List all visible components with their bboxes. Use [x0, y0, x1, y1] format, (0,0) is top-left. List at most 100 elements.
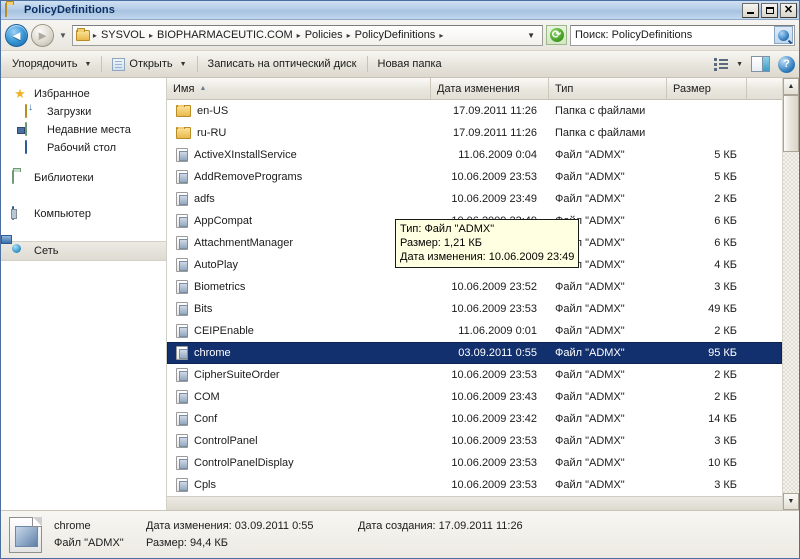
table-row[interactable]: en-US 17.09.2011 11:26 Папка с файлами [167, 100, 782, 122]
cell-size: 4 КБ [714, 259, 737, 271]
folder-icon [176, 105, 191, 117]
admx-file-icon [176, 346, 188, 360]
sidebar-item-network[interactable]: Сеть [1, 241, 166, 261]
sidebar-item-recent-places[interactable]: Недавние места [1, 121, 166, 139]
table-row[interactable]: CEIPEnable 11.06.2009 0:01 Файл "ADMX" 2 КБ [167, 320, 782, 342]
network-icon [12, 244, 28, 258]
file-name-label: AppCompat [194, 215, 253, 227]
burn-to-disc-button[interactable]: Записать на оптический диск [201, 55, 364, 73]
scroll-down-button[interactable]: ▼ [783, 493, 799, 510]
window-body: ★ Избранное Загрузки Недавние места Рабо… [1, 78, 799, 510]
cell-size: 5 КБ [714, 171, 737, 183]
nav-group-libraries: Библиотеки [1, 169, 166, 187]
help-button[interactable]: ? [778, 55, 795, 73]
table-row[interactable]: ControlPanel 10.06.2009 23:53 Файл "ADMX" 3… [167, 430, 782, 452]
cell-type: Файл "ADMX" [555, 479, 625, 491]
table-row[interactable]: ActiveXInstallService 11.06.2009 0:04 Файл… [167, 144, 782, 166]
search-input[interactable]: Поиск: PolicyDefinitions [575, 29, 774, 41]
sidebar-item-computer[interactable]: Компьютер [1, 205, 166, 223]
refresh-button[interactable]: ⟳ [546, 25, 567, 45]
table-row[interactable]: AddRemovePrograms 10.06.2009 23:53 Файл "A… [167, 166, 782, 188]
admx-file-icon [176, 236, 188, 250]
file-name-label: ru-RU [197, 127, 227, 139]
cell-name: CEIPEnable [167, 324, 431, 338]
table-row[interactable]: chrome 03.09.2011 0:55 Файл "ADMX" 95 КБ [167, 342, 782, 364]
table-row[interactable]: Biometrics 10.06.2009 23:52 Файл "ADMX" 3 К… [167, 276, 782, 298]
recent-places-icon [25, 122, 41, 137]
refresh-icon: ⟳ [549, 28, 564, 42]
scrollbar-thumb[interactable] [783, 95, 799, 152]
admx-file-icon [176, 478, 188, 492]
table-row[interactable]: Cpls 10.06.2009 23:53 Файл "ADMX" 3 КБ [167, 474, 782, 496]
organize-button[interactable]: Упорядочить ▼ [5, 55, 98, 73]
cell-name: AttachmentManager [167, 236, 431, 250]
address-bar-row: ◄ ► ▼ ▸ SYSVOL ▸ BIOPHARMACEUTIC.COM ▸ P… [1, 20, 799, 51]
change-view-button[interactable]: ▼ [710, 55, 747, 74]
tooltip-line-size: Размер: 1,21 КБ [400, 237, 483, 249]
details-columns: chrome Файл "ADMX" Дата изменения: 03.09… [54, 520, 791, 549]
table-row[interactable]: Bits 10.06.2009 23:53 Файл "ADMX" 49 КБ [167, 298, 782, 320]
file-tooltip: Тип: Файл "ADMX" Размер: 1,21 КБ Дата из… [395, 219, 580, 268]
column-header-name[interactable]: Имя ▲ [167, 78, 431, 99]
column-header-size[interactable]: Размер [667, 78, 747, 99]
file-name-label: AutoPlay [194, 259, 239, 271]
details-modified-value: 03.09.2011 0:55 [234, 520, 314, 532]
open-button[interactable]: Открыть ▼ [105, 55, 193, 74]
scrollbar-track[interactable] [783, 95, 799, 493]
nav-group-network: Сеть [1, 241, 166, 261]
details-file-type: Файл "ADMX" [54, 537, 124, 549]
close-button[interactable]: ✕ [780, 2, 797, 18]
cell-date: 10.06.2009 23:49 [451, 193, 537, 205]
details-column-name: chrome Файл "ADMX" [54, 520, 146, 549]
toolbar-separator [101, 56, 103, 72]
breadcrumb-separator-4: ▸ [439, 30, 444, 40]
table-row[interactable]: Conf 10.06.2009 23:42 Файл "ADMX" 14 КБ [167, 408, 782, 430]
search-box[interactable]: Поиск: PolicyDefinitions [570, 24, 795, 46]
view-list-icon [714, 57, 729, 71]
sidebar-item-downloads[interactable]: Загрузки [1, 103, 166, 121]
address-folder-icon [75, 27, 90, 41]
chevron-down-icon[interactable]: ▼ [736, 61, 743, 68]
column-header-type[interactable]: Тип [549, 78, 667, 99]
address-bar[interactable]: ▸ SYSVOL ▸ BIOPHARMACEUTIC.COM ▸ Policie… [71, 24, 543, 46]
breadcrumb-item-policies[interactable]: Policies [302, 28, 346, 42]
new-folder-button[interactable]: Новая папка [371, 55, 449, 73]
vertical-scrollbar[interactable]: ▲ ▼ [782, 78, 799, 510]
cell-date: 11.06.2009 0:04 [458, 149, 537, 161]
column-header-label: Имя [173, 82, 195, 95]
sidebar-item-libraries[interactable]: Библиотеки [1, 169, 166, 187]
cell-size: 10 КБ [708, 457, 737, 469]
search-button[interactable] [774, 26, 793, 44]
horizontal-scrollbar[interactable] [167, 496, 782, 510]
table-row[interactable]: ru-RU 17.09.2011 11:26 Папка с файлами [167, 122, 782, 144]
history-dropdown-icon[interactable]: ▼ [57, 31, 69, 40]
file-rows[interactable]: en-US 17.09.2011 11:26 Папка с файлами ru-R… [167, 100, 782, 496]
admx-file-icon [176, 390, 188, 404]
table-row[interactable]: CipherSuiteOrder 10.06.2009 23:53 Файл "AD… [167, 364, 782, 386]
cell-size: 3 КБ [714, 479, 737, 491]
chevron-down-icon[interactable]: ▼ [524, 31, 540, 40]
cell-size: 3 КБ [714, 281, 737, 293]
file-list-pane: Имя ▲ Дата изменения Тип Размер en-US 17.… [167, 78, 782, 510]
forward-button[interactable]: ► [31, 23, 54, 47]
cell-name: AutoPlay [167, 258, 431, 272]
breadcrumb-item-policydefinitions[interactable]: PolicyDefinitions [352, 28, 439, 42]
cell-name: Conf [167, 412, 431, 426]
table-row[interactable]: adfs 10.06.2009 23:49 Файл "ADMX" 2 КБ [167, 188, 782, 210]
maximize-button[interactable] [761, 2, 778, 18]
sidebar-item-favorites[interactable]: ★ Избранное [1, 85, 166, 103]
sidebar-item-label: Рабочий стол [47, 142, 117, 154]
breadcrumb-item-domain[interactable]: BIOPHARMACEUTIC.COM [154, 28, 296, 42]
column-header-date[interactable]: Дата изменения [431, 78, 549, 99]
back-button[interactable]: ◄ [5, 23, 28, 47]
scroll-up-button[interactable]: ▲ [783, 78, 799, 95]
sidebar-item-desktop[interactable]: Рабочий стол [1, 139, 166, 157]
admx-file-icon [9, 516, 42, 553]
minimize-button[interactable] [742, 2, 759, 18]
table-row[interactable]: COM 10.06.2009 23:43 Файл "ADMX" 2 КБ [167, 386, 782, 408]
details-created-value: 17.09.2011 11:26 [438, 520, 523, 532]
details-size-value: 94,4 КБ [189, 537, 229, 549]
breadcrumb-item-sysvol[interactable]: SYSVOL [98, 28, 148, 42]
table-row[interactable]: ControlPanelDisplay 10.06.2009 23:53 Файл … [167, 452, 782, 474]
preview-pane-button[interactable] [747, 53, 774, 75]
